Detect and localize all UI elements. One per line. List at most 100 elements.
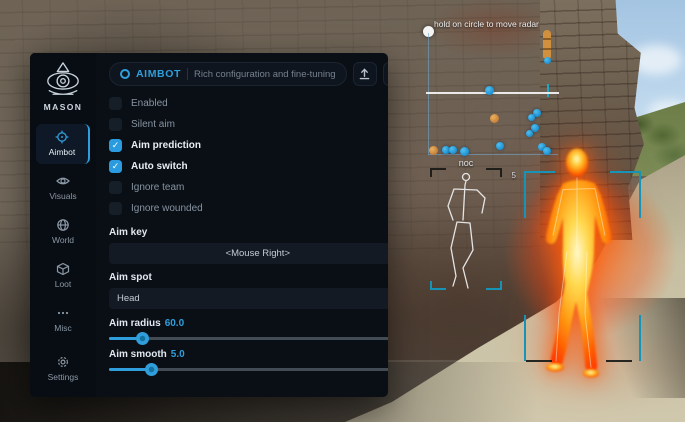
check-icon: ✓: [112, 162, 120, 171]
esp-bracket-top-left: [524, 171, 526, 218]
crosshair-icon: [55, 130, 69, 144]
esp-bracket-top-right: [610, 171, 641, 173]
radar-dot-blue: [460, 147, 469, 156]
panel-title: AIMBOT: [136, 68, 181, 80]
aim-key-button[interactable]: <Mouse Right>: [109, 243, 388, 264]
checkbox-silent-aim[interactable]: ✓ Silent aim: [109, 114, 388, 135]
checkbox-label: Enabled: [131, 98, 168, 109]
game-screen: hold on circle to move radar noc 5: [0, 0, 685, 422]
esp-bracket-bottom-right: [606, 360, 632, 362]
checkbox[interactable]: ✓: [109, 181, 122, 194]
checkbox[interactable]: ✓: [109, 118, 122, 131]
esp-bracket-bottom-left: [524, 315, 526, 361]
radar-dot-orange: [490, 114, 499, 123]
sidebar-item-label: Visuals: [49, 191, 76, 201]
sidebar-item-world[interactable]: World: [36, 212, 90, 252]
export-config-button[interactable]: [353, 62, 377, 86]
esp-entity-name: noc: [430, 158, 502, 168]
checkbox[interactable]: ✓: [109, 139, 122, 152]
radar-dot-blue: [526, 130, 533, 137]
radar-dot-blue: [496, 142, 504, 150]
slider-value: 5.0: [171, 349, 185, 360]
aim-smooth-slider[interactable]: [109, 368, 388, 371]
radar-hint-text: hold on circle to move radar: [434, 19, 539, 29]
aim-key-label: Aim key: [109, 227, 388, 238]
slider-label: Aim radius: [109, 318, 161, 329]
radar-dot-blue: [543, 147, 551, 155]
panel-header: AIMBOT Rich configuration and fine-tunin…: [109, 62, 388, 86]
checkbox-label: Ignore team: [131, 182, 184, 193]
globe-icon: [56, 218, 70, 232]
checkbox-label: Silent aim: [131, 119, 175, 130]
target-ring-icon: [120, 69, 130, 79]
radar-widget: hold on circle to move radar: [428, 31, 558, 155]
brand: MASON: [41, 61, 85, 112]
sidebar-item-loot[interactable]: Loot: [36, 256, 90, 296]
skeleton-bracket-top-left: [430, 168, 432, 177]
sidebar-item-label: World: [52, 235, 74, 245]
import-config-button[interactable]: [383, 62, 388, 86]
radar-dot-orange: [429, 146, 438, 155]
checkbox-auto-switch[interactable]: ✓ Auto switch: [109, 156, 388, 177]
panel-subtitle: Rich configuration and fine-tuning: [194, 69, 336, 80]
sidebar-item-settings[interactable]: Settings: [36, 349, 90, 389]
sidebar-item-misc[interactable]: Misc: [36, 300, 90, 340]
checkbox[interactable]: ✓: [109, 160, 122, 173]
brand-label: MASON: [44, 102, 83, 112]
checkbox-ignore-wounded[interactable]: ✓ Ignore wounded: [109, 198, 388, 219]
radar-dot-blue: [449, 146, 457, 154]
aim-smooth-label-row: Aim smooth 5.0: [109, 349, 388, 360]
cheat-menu-window: MASON Aimbot: [30, 53, 388, 397]
checkbox-aim-prediction[interactable]: ✓ Aim prediction: [109, 135, 388, 156]
enemy-player-chams: [533, 142, 628, 380]
slider-thumb[interactable]: [136, 332, 149, 345]
gear-icon: [56, 355, 70, 369]
slider-value: 60.0: [165, 318, 184, 329]
eye-icon: [56, 174, 70, 188]
cube-icon: [56, 262, 70, 276]
skeleton-bracket-bottom-right: [500, 281, 502, 290]
upload-icon: [359, 68, 370, 80]
checkbox-label: Ignore wounded: [131, 203, 203, 214]
dots-icon: [56, 306, 70, 320]
slider-label: Aim smooth: [109, 349, 167, 360]
skeleton-bracket-bottom-left: [430, 281, 432, 290]
esp-skeleton-box: noc 5: [430, 168, 502, 290]
radar-dot-blue: [528, 114, 535, 121]
checkbox-ignore-team[interactable]: ✓ Ignore team: [109, 177, 388, 198]
mason-logo-icon: [41, 61, 85, 99]
sidebar-item-label: Settings: [48, 372, 79, 382]
sidebar-item-visuals[interactable]: Visuals: [36, 168, 90, 208]
sidebar-item-label: Aimbot: [49, 147, 75, 157]
radar-left-edge: [428, 33, 429, 155]
skeleton-bracket-top-right: [500, 168, 502, 177]
checkbox-label: Aim prediction: [131, 140, 201, 151]
skeleton-bracket-top-left: [430, 168, 446, 170]
aim-radius-label-row: Aim radius 60.0: [109, 318, 388, 329]
aim-spot-value: Head: [117, 293, 388, 304]
checkbox[interactable]: ✓: [109, 202, 122, 215]
aim-spot-label: Aim spot: [109, 272, 388, 283]
esp-bracket-bottom-right: [639, 315, 641, 361]
sidebar: MASON Aimbot: [30, 53, 96, 397]
sidebar-item-aimbot[interactable]: Aimbot: [36, 124, 90, 164]
aim-radius-slider[interactable]: [109, 337, 388, 340]
aimbot-panel: AIMBOT Rich configuration and fine-tunin…: [96, 53, 388, 397]
sidebar-item-label: Loot: [55, 279, 72, 289]
esp-bracket-top-right: [639, 171, 641, 218]
sidebar-item-label: Misc: [54, 323, 71, 333]
checkbox-label: Auto switch: [131, 161, 188, 172]
esp-bracket-bottom-left: [526, 360, 552, 362]
skeleton-bracket-bottom-left: [430, 288, 446, 290]
radar-dot-blue: [485, 86, 494, 95]
esp-distance-label: 5: [512, 171, 516, 180]
divider: [187, 68, 188, 80]
check-icon: ✓: [112, 141, 120, 150]
slider-thumb[interactable]: [145, 363, 158, 376]
esp-skeleton: [430, 168, 502, 290]
esp-bracket-top-left: [524, 171, 555, 173]
aim-spot-dropdown[interactable]: Head: [109, 288, 388, 309]
checkbox[interactable]: ✓: [109, 97, 122, 110]
checkbox-enabled[interactable]: ✓ Enabled: [109, 93, 388, 114]
panel-title-bar: AIMBOT Rich configuration and fine-tunin…: [109, 62, 347, 86]
